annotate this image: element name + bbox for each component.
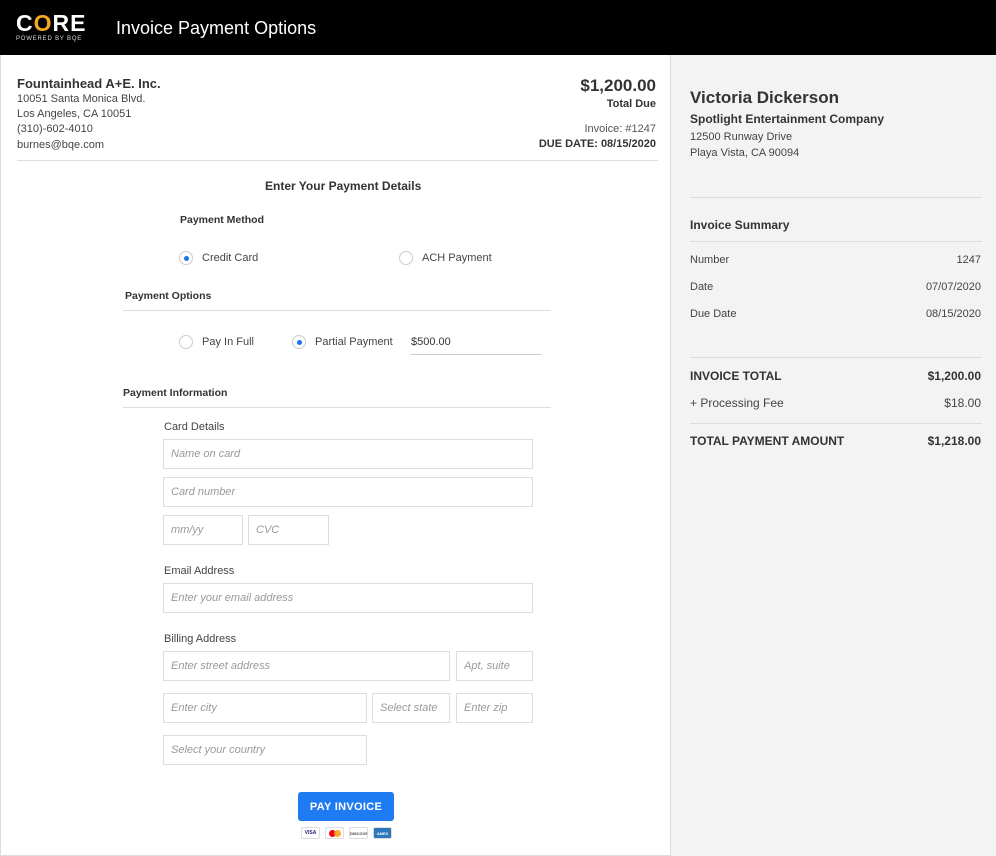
processing-fee-value: $18.00 [944, 396, 981, 410]
due-date: DUE DATE: 08/15/2020 [538, 138, 656, 150]
pay-invoice-button[interactable]: PAY INVOICE [298, 792, 394, 821]
total-payment-label: TOTAL PAYMENT AMOUNT [690, 434, 845, 448]
payment-panel: Fountainhead A+E. Inc. 10051 Santa Monic… [0, 55, 670, 856]
radio-pay-in-full[interactable]: Pay In Full [179, 335, 254, 349]
radio-ach-indicator[interactable] [399, 251, 413, 265]
total-due-amount: $1,200.00 [580, 76, 656, 95]
summary-title-divider [690, 241, 982, 242]
radio-partial-payment[interactable]: Partial Payment [292, 335, 393, 349]
invoice-summary-title: Invoice Summary [690, 218, 790, 232]
radio-pay-in-full-indicator[interactable] [179, 335, 193, 349]
summary-due-date-label: Due Date [690, 308, 737, 320]
radio-ach-label: ACH Payment [422, 252, 492, 264]
invoice-summary-sidebar: Victoria Dickerson Spotlight Entertainme… [670, 55, 996, 856]
partial-amount-input[interactable]: $500.00 [411, 331, 541, 355]
summary-date-value: 07/07/2020 [925, 281, 981, 293]
summary-number-value: 1247 [956, 254, 981, 266]
total-due-label: Total Due [606, 98, 656, 110]
radio-pay-in-full-label: Pay In Full [202, 336, 254, 348]
billing-address-label: Billing Address [164, 633, 237, 645]
header-divider [17, 160, 658, 161]
payment-total-divider [690, 423, 982, 424]
email-address-label: Email Address [164, 565, 235, 577]
processing-fee-label: + Processing Fee [690, 396, 784, 410]
form-title: Enter Your Payment Details [265, 179, 422, 193]
amex-card-icon: AMEX [373, 827, 392, 839]
page-title: Invoice Payment Options [116, 18, 317, 38]
client-company: Spotlight Entertainment Company [690, 112, 885, 126]
summary-date-label: Date [690, 281, 714, 293]
summary-number-label: Number [690, 254, 730, 266]
country-select[interactable] [163, 735, 367, 765]
logo-wordmark: CORE [16, 10, 87, 36]
vendor-name: Fountainhead A+E. Inc. [17, 76, 161, 91]
radio-credit-card-label: Credit Card [202, 252, 259, 264]
client-name: Victoria Dickerson [690, 88, 839, 107]
discover-card-icon: DISCOVER [349, 827, 368, 839]
payment-information-divider [123, 407, 551, 408]
core-logo[interactable]: CORE POWERED BY BQE [16, 11, 88, 45]
street-address-input[interactable] [163, 651, 450, 681]
client-address-line2: Playa Vista, CA 90094 [690, 147, 800, 159]
payment-options-label: Payment Options [125, 290, 212, 302]
invoice-total-label: INVOICE TOTAL [690, 369, 782, 383]
payment-information-label: Payment Information [123, 387, 228, 399]
total-payment-value: $1,218.00 [927, 434, 981, 448]
invoice-number: Invoice: #1247 [584, 123, 656, 135]
visa-card-icon: VISA [301, 827, 320, 839]
cvc-input[interactable] [248, 515, 329, 545]
summary-due-date-value: 08/15/2020 [925, 308, 981, 320]
payment-options-divider [123, 310, 551, 311]
expiry-input[interactable] [163, 515, 243, 545]
radio-credit-card[interactable]: Credit Card [179, 251, 258, 265]
client-address-line1: 12500 Runway Drive [690, 131, 793, 143]
radio-partial-payment-indicator[interactable] [292, 335, 306, 349]
name-on-card-input[interactable] [163, 439, 533, 469]
sidebar-divider [690, 197, 982, 198]
apt-suite-input[interactable] [456, 651, 533, 681]
totals-divider [690, 357, 982, 358]
radio-partial-payment-label: Partial Payment [315, 336, 393, 348]
state-select[interactable] [372, 693, 450, 723]
vendor-address-line2: Los Angeles, CA 10051 [17, 108, 132, 120]
card-number-input[interactable] [163, 477, 533, 507]
vendor-email: burnes@bqe.com [17, 139, 104, 151]
top-bar: CORE POWERED BY BQE Invoice Payment Opti… [0, 0, 996, 55]
email-input[interactable] [163, 583, 533, 613]
accepted-cards: VISA DISCOVER AMEX [301, 827, 392, 839]
logo-tagline: POWERED BY BQE [16, 36, 83, 42]
payment-method-label: Payment Method [180, 214, 265, 226]
city-input[interactable] [163, 693, 367, 723]
mastercard-icon [325, 827, 344, 839]
invoice-total-value: $1,200.00 [927, 369, 981, 383]
radio-credit-card-indicator[interactable] [179, 251, 193, 265]
zip-input[interactable] [456, 693, 533, 723]
radio-ach-payment[interactable]: ACH Payment [399, 251, 492, 265]
vendor-phone: (310)-602-4010 [17, 123, 93, 135]
vendor-address-line1: 10051 Santa Monica Blvd. [17, 93, 146, 105]
card-details-label: Card Details [164, 421, 225, 433]
